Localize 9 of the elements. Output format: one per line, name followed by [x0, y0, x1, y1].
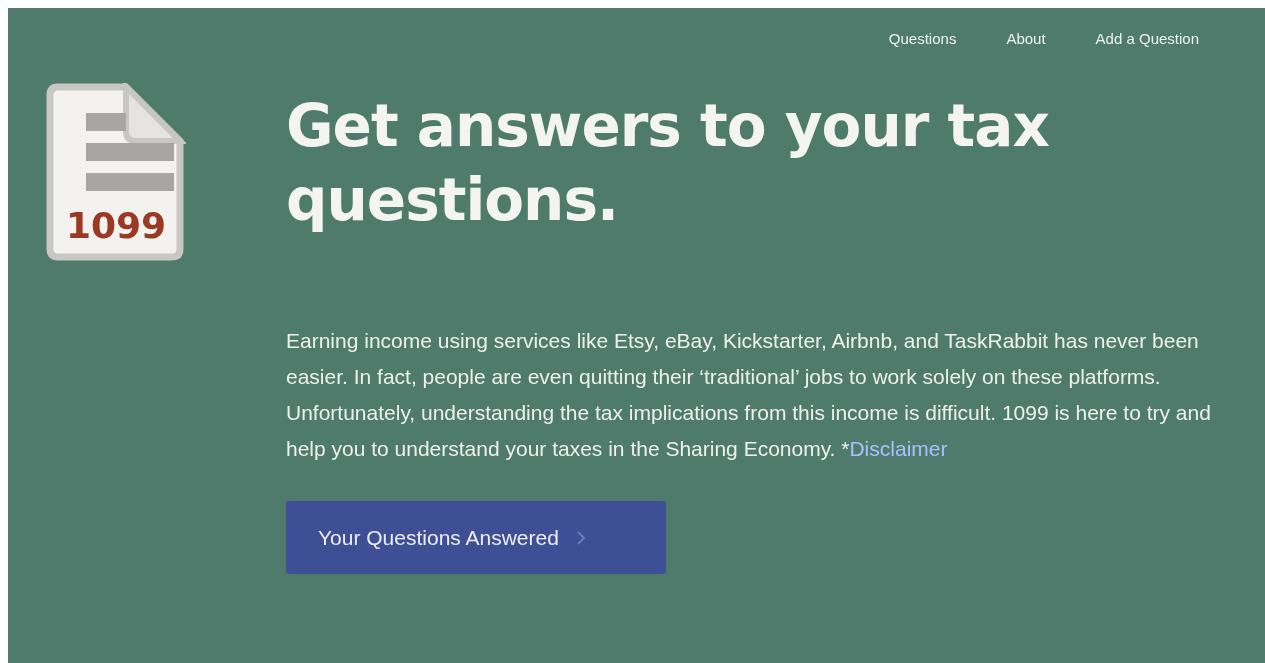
chevron-right-icon: [576, 530, 585, 545]
questions-answered-button[interactable]: Your Questions Answered: [286, 501, 666, 574]
nav-link[interactable]: Questions: [888, 30, 957, 47]
nav-link[interactable]: About: [1006, 30, 1046, 47]
intro-paragraph: Earning income using services like Etsy, eBay, Kickstarter, Airbnb, and TaskRabbit has never been easier. In fact, people are even quitting their ‘traditional’ jobs to work solely on these platforms. Unfortunately, understanding the tax implications from this income is difficult. 1099 is here to try and help you to understand your taxes in the Sharing Economy. *Disclaimer: [286, 328, 1212, 462]
document-logo-icon: 1099: [46, 83, 186, 261]
headline: Get answers to your tax questions.: [286, 91, 1050, 236]
nav-link[interactable]: Add a Question: [1095, 30, 1199, 47]
disclaimer-link[interactable]: Disclaimer: [849, 437, 948, 460]
